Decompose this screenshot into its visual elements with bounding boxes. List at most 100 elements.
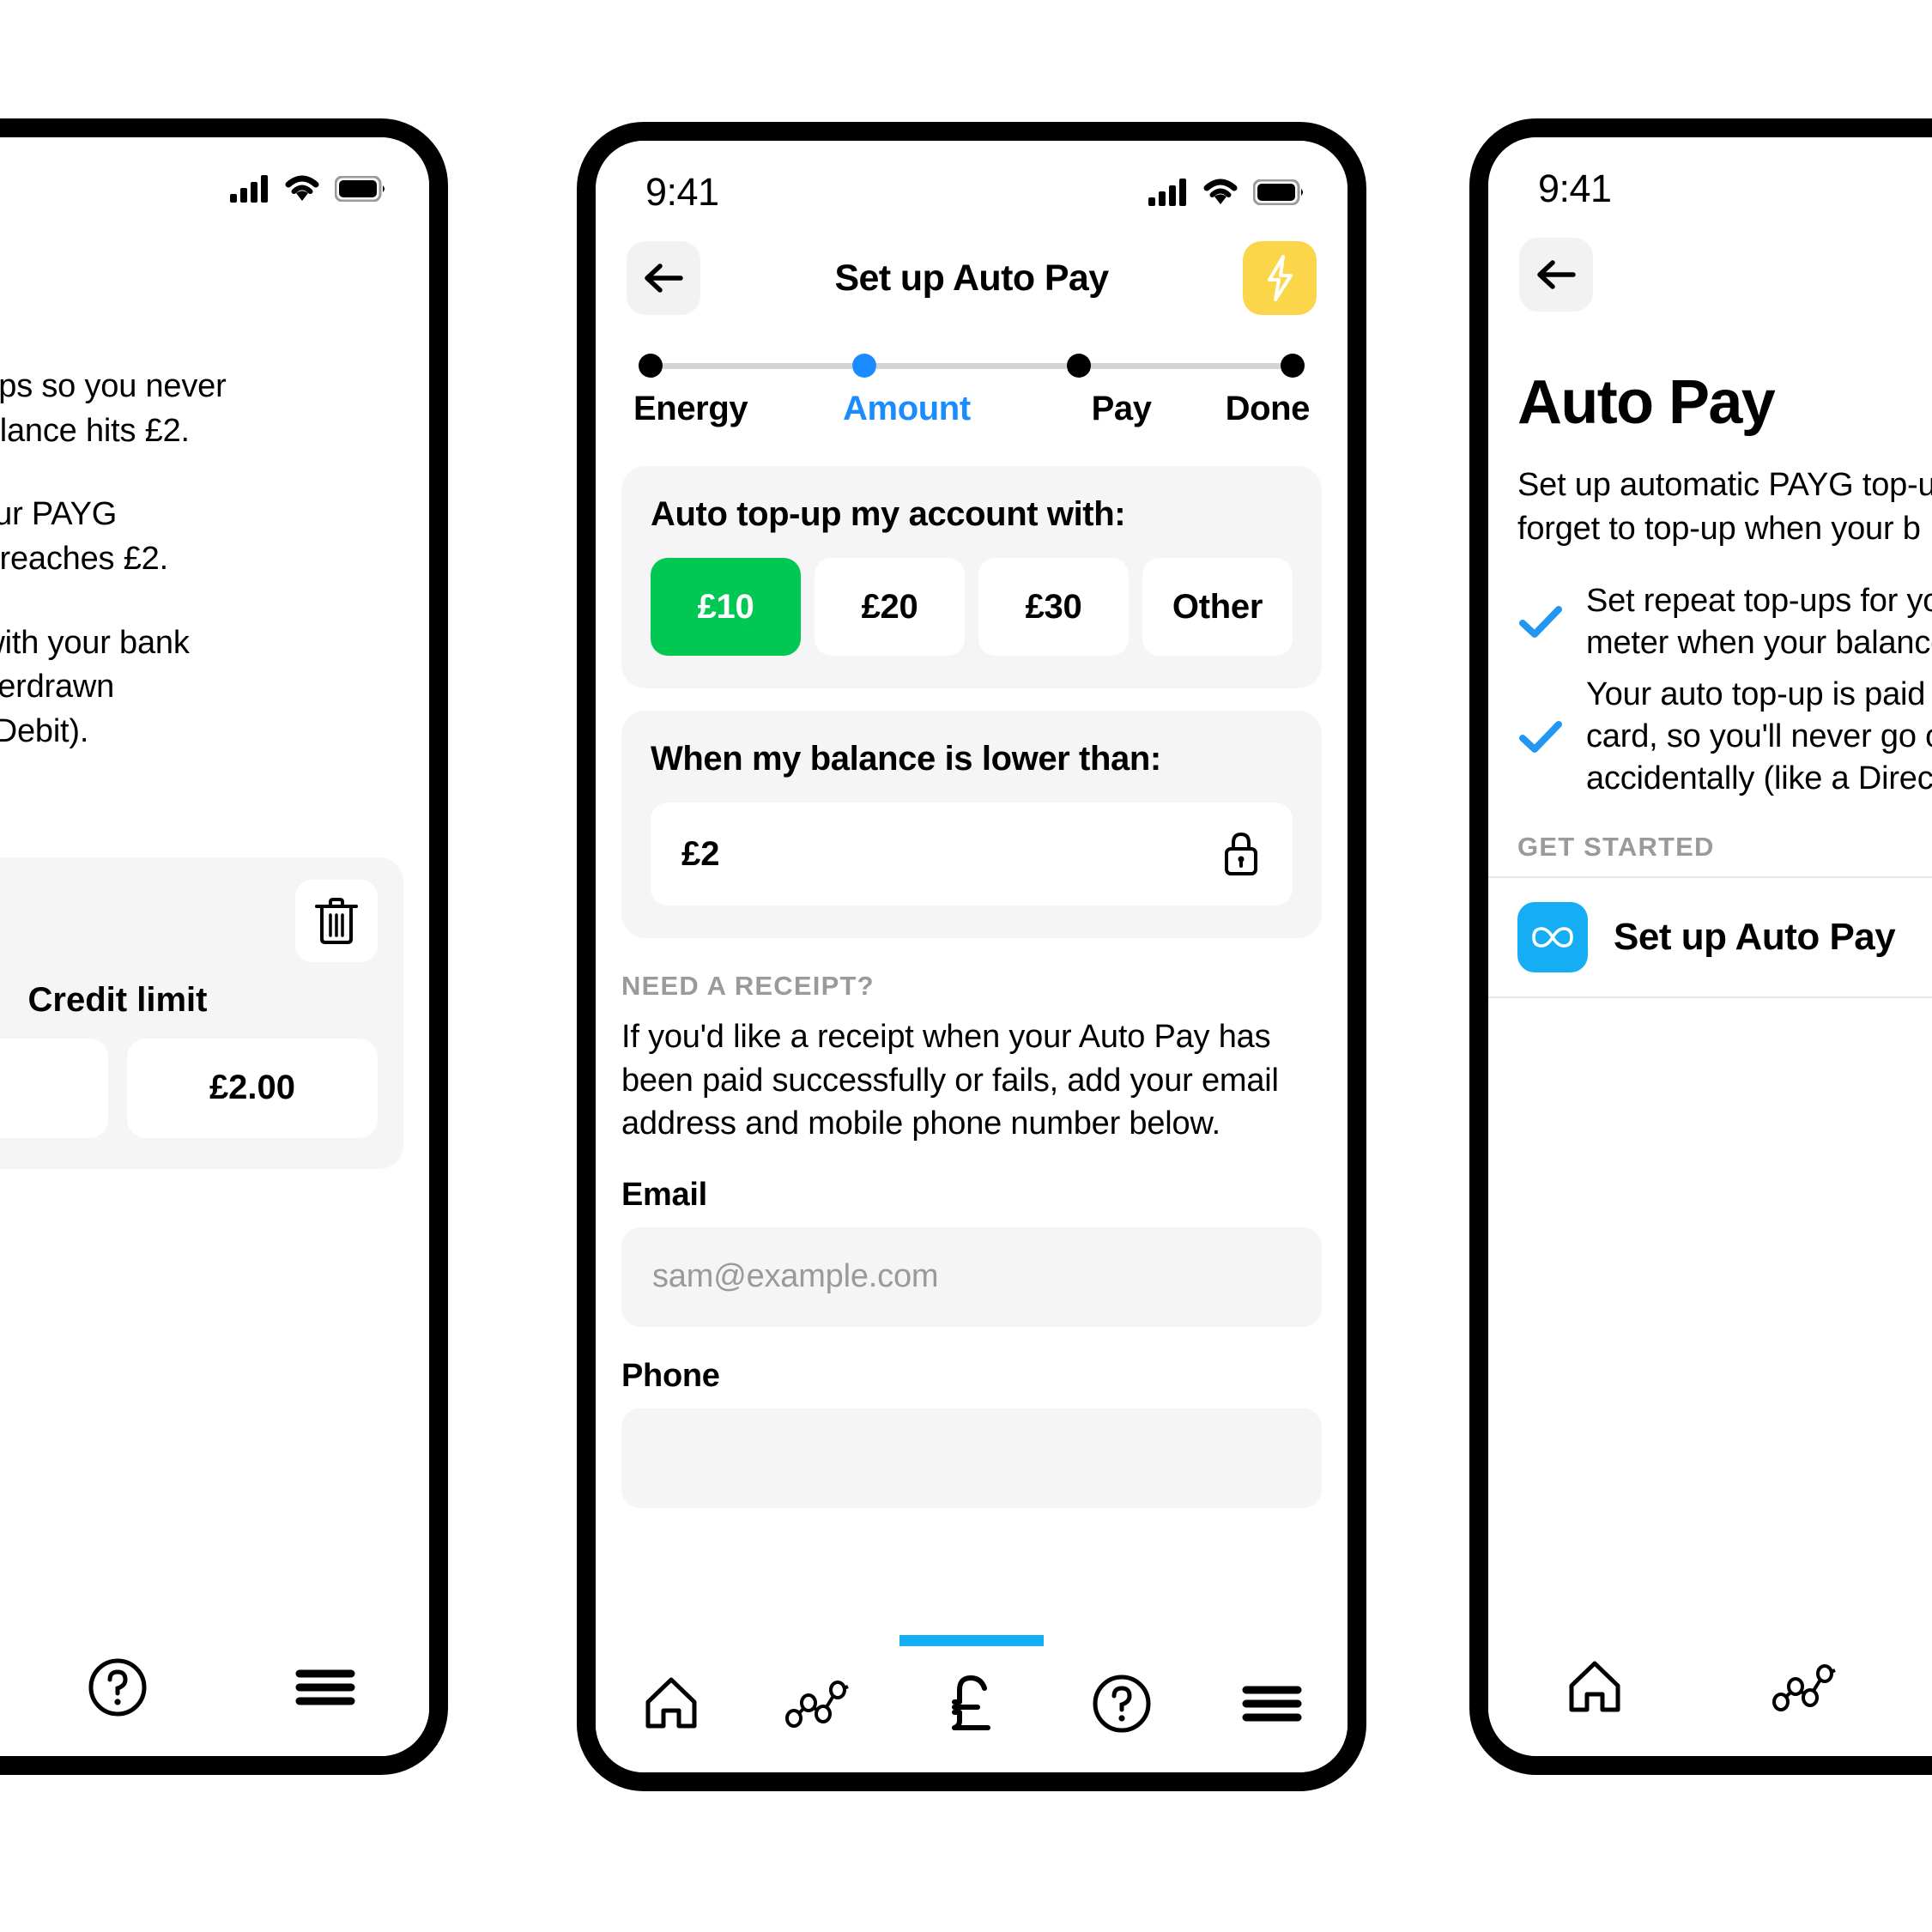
middle-bottom-nav bbox=[596, 1635, 1348, 1772]
amount-option-30[interactable]: £30 bbox=[978, 558, 1129, 656]
step-label-amount: Amount bbox=[843, 390, 971, 427]
threshold-card-title: When my balance is lower than: bbox=[651, 740, 1161, 778]
balance-threshold-card: When my balance is lower than: £2 bbox=[621, 711, 1322, 938]
amount-option-other[interactable]: Other bbox=[1142, 558, 1293, 656]
email-label: Email bbox=[621, 1176, 707, 1213]
nav-tab-home[interactable] bbox=[1488, 1619, 1702, 1756]
benefit-text: Set repeat top-ups for yo meter when you… bbox=[1586, 582, 1932, 662]
receipt-section: NEED A RECEIPT? If you'd like a receipt … bbox=[596, 960, 1348, 1508]
right-nav-header: Auto Pay bbox=[1488, 216, 1932, 319]
step-dot-energy[interactable] bbox=[639, 354, 663, 378]
delete-button[interactable] bbox=[295, 879, 378, 962]
right-screen: 9:41 Auto Pay Auto Pay Set up automatic … bbox=[1488, 137, 1932, 1756]
step-label-done: Done bbox=[1225, 390, 1311, 427]
step-dot-pay[interactable] bbox=[1066, 354, 1091, 378]
trash-icon bbox=[315, 897, 358, 944]
setup-stepper: Energy Amount Pay Done bbox=[596, 323, 1348, 428]
right-bottom-nav bbox=[1488, 1619, 1932, 1756]
nav-tab-menu[interactable] bbox=[221, 1619, 429, 1756]
credit-limit-card: Credit limit £2.00 bbox=[0, 857, 429, 1169]
home-icon bbox=[645, 1677, 697, 1729]
nav-tab-help[interactable] bbox=[14, 1619, 221, 1756]
pound-icon bbox=[952, 1675, 990, 1730]
phone-input[interactable] bbox=[621, 1408, 1322, 1508]
step-connector bbox=[1090, 362, 1281, 369]
benefits-list: Set repeat top-ups for yo meter when you… bbox=[1488, 551, 1932, 801]
middle-status-bar: 9:41 bbox=[596, 141, 1348, 220]
left-nav-title: Auto Pay bbox=[0, 240, 429, 282]
receipt-body: If you'd like a receipt when your Auto P… bbox=[621, 1019, 1279, 1142]
list-item: Your auto top-up is paid card, so you'll… bbox=[1517, 674, 1932, 801]
nav-tab-menu[interactable] bbox=[1197, 1635, 1348, 1772]
left-screen: Auto Pay c PAYG top-ups so you never whe… bbox=[0, 137, 429, 1756]
active-tab-indicator bbox=[899, 1635, 1044, 1646]
step-connector bbox=[663, 362, 853, 369]
benefit-text: Your auto top-up is paid card, so you'll… bbox=[1586, 675, 1932, 797]
right-heading: Auto Pay bbox=[1517, 368, 1776, 437]
phone-mockup-right: 9:41 Auto Pay Auto Pay Set up automatic … bbox=[1469, 118, 1932, 1775]
usage-chart-icon bbox=[1772, 1664, 1836, 1711]
wifi-icon bbox=[1203, 179, 1238, 204]
email-input[interactable]: sam@example.com bbox=[621, 1226, 1322, 1327]
amount-option-10[interactable]: £10 bbox=[651, 558, 801, 656]
back-button[interactable] bbox=[1519, 238, 1593, 312]
nav-tab-help[interactable] bbox=[1047, 1635, 1197, 1772]
step-dot-amount[interactable] bbox=[852, 354, 877, 378]
middle-screen: 9:41 Set up Auto Pay Energy Amount Pay D… bbox=[596, 141, 1348, 1772]
nav-tab-pound[interactable] bbox=[1915, 1619, 1932, 1756]
page-title: Auto Pay bbox=[1593, 254, 1932, 296]
battery-icon bbox=[1253, 179, 1303, 205]
battery-icon bbox=[335, 176, 385, 202]
left-nav-header: Auto Pay bbox=[0, 216, 429, 282]
threshold-value: £2 bbox=[681, 834, 720, 873]
left-paragraph-3: p-up is paid with your bank ll never go … bbox=[0, 624, 190, 750]
infinity-icon-badge bbox=[1517, 901, 1588, 972]
menu-icon bbox=[1242, 1686, 1302, 1722]
help-icon bbox=[1093, 1675, 1151, 1733]
signal-icon bbox=[1148, 179, 1186, 206]
wifi-icon bbox=[285, 175, 319, 201]
credit-limit-secondary-field[interactable] bbox=[0, 1038, 108, 1138]
phone-mockup-middle: 9:41 Set up Auto Pay Energy Amount Pay D… bbox=[577, 122, 1366, 1791]
left-bottom-nav bbox=[0, 1619, 429, 1756]
status-time: 9:41 bbox=[645, 170, 719, 214]
nav-tab-usage[interactable] bbox=[1702, 1619, 1916, 1756]
credit-limit-value[interactable]: £2.00 bbox=[127, 1038, 378, 1138]
step-dot-done[interactable] bbox=[1280, 354, 1305, 378]
setup-auto-pay-label: Set up Auto Pay bbox=[1614, 915, 1896, 958]
infinity-icon bbox=[1532, 926, 1573, 948]
home-icon bbox=[1569, 1661, 1620, 1712]
lock-icon bbox=[1225, 832, 1257, 875]
step-connector bbox=[876, 362, 1067, 369]
page-title: Set up Auto Pay bbox=[834, 257, 1109, 299]
boost-button[interactable] bbox=[1243, 241, 1317, 315]
credit-limit-label: Credit limit bbox=[27, 980, 208, 1019]
nav-tab-usage[interactable] bbox=[746, 1635, 896, 1772]
receipt-overline: NEED A RECEIPT? bbox=[621, 971, 875, 1001]
left-body-copy: c PAYG top-ups so you never when your ba… bbox=[0, 282, 407, 754]
nav-tab-pound[interactable] bbox=[896, 1635, 1046, 1772]
nav-tab-pound[interactable] bbox=[0, 1619, 14, 1756]
usage-chart-icon bbox=[784, 1681, 849, 1728]
amount-option-20[interactable]: £20 bbox=[815, 558, 965, 656]
check-icon bbox=[1519, 720, 1562, 753]
threshold-value-field[interactable]: £2 bbox=[651, 802, 1293, 905]
left-paragraph-1: c PAYG top-ups so you never when your ba… bbox=[0, 368, 227, 449]
back-button[interactable] bbox=[627, 241, 700, 315]
setup-auto-pay-row[interactable]: Set up Auto Pay bbox=[1488, 875, 1932, 998]
left-paragraph-2: op-ups for your PAYG your balance reache… bbox=[0, 496, 168, 578]
phone-mockup-left: Auto Pay c PAYG top-ups so you never whe… bbox=[0, 118, 448, 1775]
phone-label: Phone bbox=[621, 1357, 720, 1394]
topup-card-title: Auto top-up my account with: bbox=[651, 495, 1126, 533]
menu-icon bbox=[295, 1669, 355, 1705]
right-status-bar: 9:41 bbox=[1488, 137, 1932, 216]
status-time: 9:41 bbox=[1538, 167, 1612, 210]
nav-tab-home[interactable] bbox=[596, 1635, 746, 1772]
back-arrow-icon bbox=[1537, 260, 1576, 289]
right-intro: Set up automatic PAYG top-u forget to to… bbox=[1517, 467, 1932, 547]
step-label-pay: Pay bbox=[1091, 390, 1152, 427]
lightning-bolt-icon bbox=[1268, 255, 1293, 301]
signal-icon bbox=[230, 175, 268, 203]
status-icons bbox=[230, 175, 386, 203]
status-icons bbox=[1148, 179, 1305, 206]
